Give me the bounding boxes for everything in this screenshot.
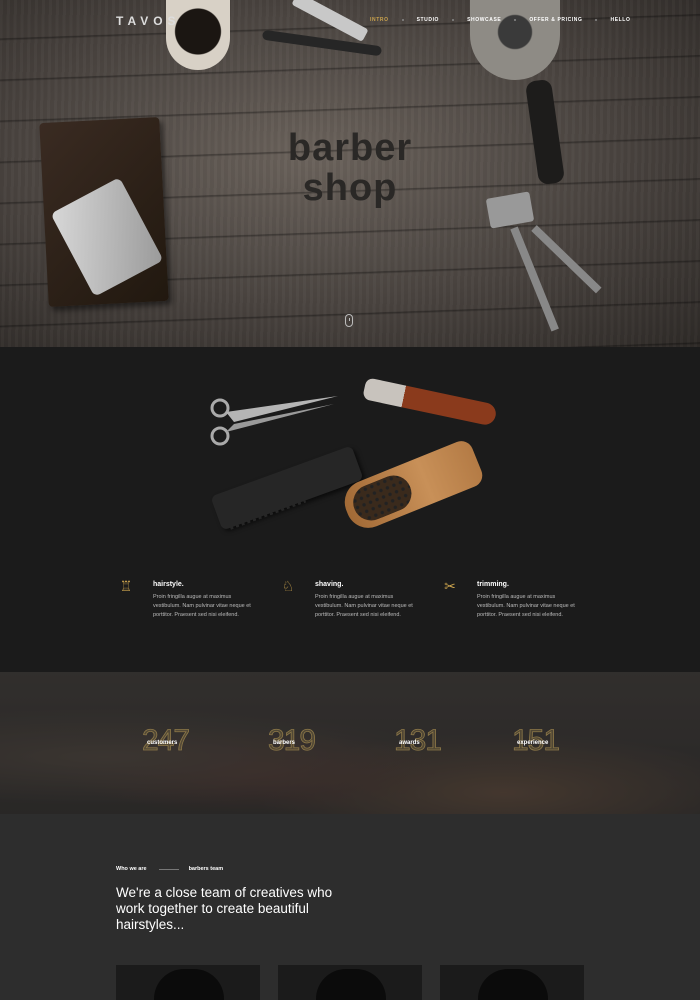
nav-separator bbox=[514, 19, 517, 21]
stat-label: awards bbox=[399, 740, 420, 746]
hero-section: TAVOS INTRO STUDIO SHOWCASE OFFER & PRIC… bbox=[0, 0, 700, 347]
feature-text: Proin fringilla augue at maximus vestibu… bbox=[153, 594, 251, 618]
feature-trimming: ✂ trimming. Proin fringilla augue at max… bbox=[440, 578, 602, 620]
feature-title: hairstyle. bbox=[153, 581, 184, 588]
team-heading: We're a close team of creatives who work… bbox=[116, 885, 333, 932]
nav-separator bbox=[452, 19, 455, 21]
feature-shaving: ♘ shaving. Proin fringilla augue at maxi… bbox=[278, 578, 440, 620]
hero-title: barber shop bbox=[0, 128, 700, 208]
hairstyle-icon: ♖ bbox=[119, 578, 133, 594]
stat-awards: 131 awards bbox=[394, 725, 443, 756]
features-list: ♖ hairstyle. Proin fringilla augue at ma… bbox=[116, 578, 602, 620]
scissors-icon: ✂ bbox=[444, 578, 456, 594]
nav-separator bbox=[401, 19, 404, 21]
divider bbox=[158, 868, 179, 870]
stats-section: 247 customers 319 barbers 131 awards 151… bbox=[0, 672, 700, 814]
stat-label: experience bbox=[517, 740, 549, 746]
stat-barbers: 319 barbers bbox=[268, 725, 317, 756]
clipper-arm-image bbox=[531, 225, 602, 294]
hero-title-line2: shop bbox=[302, 167, 398, 209]
feature-title: trimming. bbox=[477, 581, 509, 588]
nav-item-hello[interactable]: HELLO bbox=[610, 17, 630, 23]
team-kicker-left: Who we are bbox=[116, 866, 147, 872]
nav-item-offer-pricing[interactable]: OFFER & PRICING bbox=[529, 17, 582, 23]
nav-separator bbox=[595, 19, 598, 21]
team-member-card[interactable] bbox=[278, 965, 422, 1000]
team-member-card[interactable] bbox=[116, 965, 260, 1000]
team-kicker-right: barbers team bbox=[188, 866, 224, 872]
team-member-card[interactable] bbox=[440, 965, 584, 1000]
nav-item-intro[interactable]: INTRO bbox=[370, 17, 389, 23]
team-kicker: Who we are barbers team bbox=[116, 866, 223, 872]
coffee-cup-image bbox=[166, 0, 230, 70]
nav-item-showcase[interactable]: SHOWCASE bbox=[467, 17, 501, 23]
mouse-scroll-icon[interactable] bbox=[345, 314, 353, 327]
nav-item-studio[interactable]: STUDIO bbox=[417, 17, 440, 23]
stat-customers: 247 customers bbox=[142, 725, 191, 756]
hero-title-line1: barber bbox=[287, 127, 413, 169]
feature-text: Proin fringilla augue at maximus vestibu… bbox=[315, 594, 413, 618]
feature-text: Proin fringilla augue at maximus vestibu… bbox=[477, 594, 575, 618]
feature-title: shaving. bbox=[315, 581, 344, 588]
hair-dryer-image bbox=[470, 0, 560, 80]
barber-chair-icon: ♘ bbox=[281, 578, 295, 594]
team-section: Who we are barbers team We're a close te… bbox=[0, 814, 700, 1000]
scissors-image bbox=[210, 396, 338, 446]
stat-label: barbers bbox=[273, 740, 296, 746]
main-nav: INTRO STUDIO SHOWCASE OFFER & PRICING HE… bbox=[370, 17, 630, 23]
feature-hairstyle: ♖ hairstyle. Proin fringilla augue at ma… bbox=[116, 578, 278, 620]
stat-experience: 151 experience bbox=[512, 725, 561, 756]
stat-label: customers bbox=[147, 740, 178, 746]
site-logo[interactable]: TAVOS bbox=[116, 14, 181, 28]
